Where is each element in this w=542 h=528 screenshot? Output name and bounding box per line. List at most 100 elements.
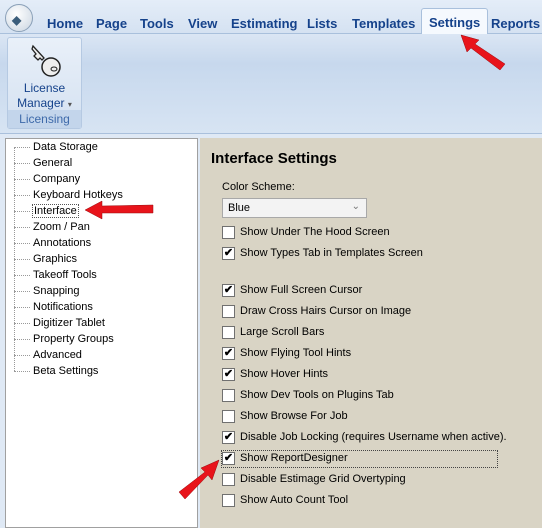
checkbox-label: Show Hover Hints [240,368,329,381]
checkbox-label: Show Browse For Job [240,410,348,423]
tree-item-advanced[interactable]: Advanced [14,348,82,363]
tree-item-beta-settings[interactable]: Beta Settings [14,364,98,379]
tree-item-keyboard-hotkeys[interactable]: Keyboard Hotkeys [14,188,123,203]
tree-item-label: Keyboard Hotkeys [33,189,123,201]
checkbox-show-full-screen-cursor[interactable]: ✔ Show Full Screen Cursor [222,283,362,299]
tab-templates[interactable]: Templates [345,14,422,34]
checkbox-show-dev-tools-on-plugins-tab[interactable]: Show Dev Tools on Plugins Tab [222,388,394,404]
checkbox-box[interactable] [222,388,235,402]
tree-item-graphics[interactable]: Graphics [14,252,77,267]
checkbox-show-under-the-hood-screen[interactable]: Show Under The Hood Screen [222,225,390,241]
tree-connector [14,306,30,308]
checkbox-label: Draw Cross Hairs Cursor on Image [240,305,412,318]
tree-item-label: Graphics [33,253,78,265]
checkbox-label: Disable Job Locking (requires Username w… [240,431,507,444]
checkbox-draw-cross-hairs-cursor-on-image[interactable]: Draw Cross Hairs Cursor on Image [222,304,411,320]
tab-view[interactable]: View [181,14,224,34]
tree-item-label: Data Storage [33,141,98,153]
tab-settings[interactable]: Settings [421,8,489,35]
tree-connector [14,338,30,340]
tree-item-general[interactable]: General [14,156,72,171]
checkbox-show-browse-for-job[interactable]: Show Browse For Job [222,409,348,425]
color-scheme-label: Color Scheme: [222,181,295,193]
checkbox-box[interactable]: ✔ [222,346,235,360]
tree-item-label: Advanced [33,349,82,361]
tree-connector [14,226,30,228]
tree-connector [14,290,30,292]
tree-item-label: General [33,157,73,169]
tree-connector [14,322,30,324]
tree-item-property-groups[interactable]: Property Groups [14,332,114,347]
settings-panel: Interface Settings Color Scheme: Blue ⌄ S… [200,138,542,528]
tree-connector [14,274,30,276]
checkbox-large-scroll-bars[interactable]: Large Scroll Bars [222,325,324,341]
tree-item-zoom-pan[interactable]: Zoom / Pan [14,220,90,235]
ribbon-tab-bar: ◆ Home Page Tools View Estimating Lists Templa… [0,0,542,35]
key-icon [31,44,61,77]
application-menu-button[interactable]: ◆ [5,4,33,32]
checkbox-box[interactable]: ✔ [222,367,235,381]
checkbox-label: Show Full Screen Cursor [240,284,363,297]
tree-connector [14,210,30,212]
checkbox-box[interactable] [222,225,235,239]
tree-item-digitizer-tablet[interactable]: Digitizer Tablet [14,316,105,331]
tree-item-takeoff-tools[interactable]: Takeoff Tools [14,268,97,283]
tree-item-label: Beta Settings [33,365,99,377]
tab-page[interactable]: Page [89,14,134,34]
checkbox-label: Show Auto Count Tool [240,494,349,507]
settings-tree: Data Storage General Company Keyboard Hotke… [5,138,198,528]
tab-home[interactable]: Home [40,14,90,34]
tab-lists[interactable]: Lists [300,14,344,34]
tree-item-notifications[interactable]: Notifications [14,300,93,315]
checkbox-show-flying-tool-hints[interactable]: ✔ Show Flying Tool Hints [222,346,351,362]
checkbox-label: Show ReportDesigner [240,452,348,465]
app-logo-icon: ◆ [12,13,22,27]
checkbox-box[interactable]: ✔ [222,430,235,444]
checkbox-label: Disable Estimage Grid Overtyping [240,473,406,486]
checkbox-box[interactable] [222,304,235,318]
tree-item-label: Snapping [33,285,80,297]
license-manager-button[interactable]: License Manager ▾ [8,38,81,110]
group-label: Licensing [8,110,81,128]
tree-item-snapping[interactable]: Snapping [14,284,80,299]
color-scheme-value: Blue [228,202,251,214]
checkbox-show-hover-hints[interactable]: ✔ Show Hover Hints [222,367,328,383]
dropdown-arrow-icon: ▾ [67,100,72,109]
tree-item-label: Notifications [33,301,93,313]
tree-item-data-storage[interactable]: Data Storage [14,140,98,155]
checkbox-box[interactable] [222,493,235,507]
checkbox-show-types-tab-in-templates-screen[interactable]: ✔ Show Types Tab in Templates Screen [222,246,423,262]
checkbox-label: Large Scroll Bars [240,326,325,339]
tab-reports[interactable]: Reports [484,14,542,34]
tree-item-annotations[interactable]: Annotations [14,236,91,251]
tree-item-interface[interactable]: Interface [14,204,79,219]
tree-item-company[interactable]: Company [14,172,80,187]
tree-connector [14,178,30,180]
color-scheme-select[interactable]: Blue ⌄ [222,198,367,218]
checkbox-label: Show Dev Tools on Plugins Tab [240,389,394,402]
checkbox-box[interactable] [222,409,235,423]
tree-connector [14,194,30,196]
tab-tools[interactable]: Tools [133,14,181,34]
tree-item-label: Company [33,173,81,185]
tree-item-label: Interface [32,204,79,218]
checkbox-box[interactable] [222,325,235,339]
checkbox-box[interactable]: ✔ [222,283,235,297]
tree-item-label: Annotations [33,237,92,249]
tree-connector [14,162,30,164]
tree-connector [14,258,30,260]
tab-estimating[interactable]: Estimating [224,14,304,34]
tree-connector [14,354,30,356]
license-manager-label-2: Manager ▾ [17,96,72,110]
ribbon-group-licensing: License Manager ▾ Licensing [7,37,82,129]
checkbox-box[interactable]: ✔ [222,451,235,465]
checkbox-box[interactable] [222,472,235,486]
checkbox-box[interactable]: ✔ [222,246,235,260]
tree-connector [14,242,30,244]
chevron-down-icon: ⌄ [351,201,360,212]
checkbox-disable-estimage-grid-overtyping[interactable]: Disable Estimage Grid Overtyping [222,472,406,488]
checkbox-show-reportdesigner[interactable]: ✔ Show ReportDesigner [221,450,498,468]
checkbox-show-auto-count-tool[interactable]: Show Auto Count Tool [222,493,348,509]
checkbox-disable-job-locking-requires-username-when-active[interactable]: ✔ Disable Job Locking (requires Username … [222,430,507,446]
tree-connector [14,370,30,372]
